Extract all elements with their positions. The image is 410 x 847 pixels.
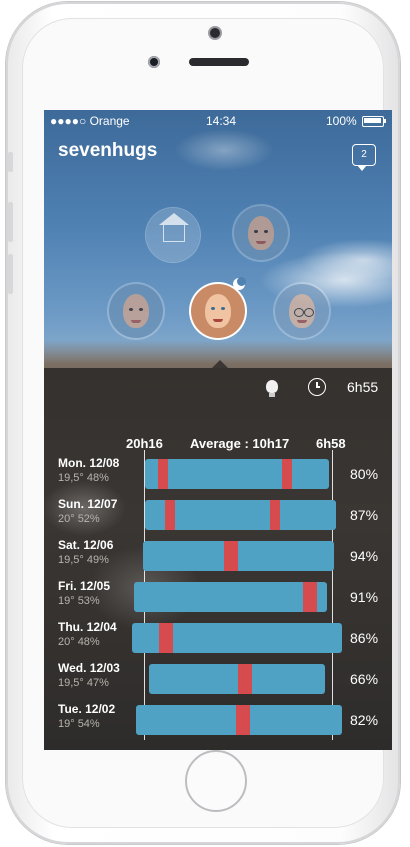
sleep-quality-percent: 91% bbox=[350, 589, 379, 605]
row-day-label: Tue. 12/02 bbox=[58, 702, 116, 716]
chart-end-time: 6h58 bbox=[316, 436, 346, 451]
sleep-bar[interactable] bbox=[134, 582, 328, 612]
mouth bbox=[213, 319, 223, 322]
row-weather-label: 20° 48% bbox=[58, 636, 100, 648]
status-time: 14:34 bbox=[206, 114, 237, 128]
alarm-clock-icon[interactable] bbox=[308, 378, 326, 396]
avatar-mother[interactable] bbox=[109, 284, 163, 338]
sleep-quality-percent: 87% bbox=[350, 507, 379, 523]
row-day-label: Sun. 12/07 bbox=[58, 497, 118, 511]
light-bulb-icon[interactable] bbox=[266, 380, 278, 397]
row-weather-label: 19,5° 48% bbox=[58, 472, 109, 484]
chart-end-line bbox=[332, 450, 333, 740]
row-weather-label: 19° 53% bbox=[58, 595, 100, 607]
controls-row: 6h55 bbox=[44, 372, 392, 402]
app-screen: ●●●●○ Orange 14:34 100% sevenhugs 2 6h55… bbox=[44, 110, 392, 750]
mouth bbox=[297, 320, 307, 323]
sleep-bar[interactable] bbox=[136, 705, 342, 735]
glasses-icon bbox=[304, 308, 314, 317]
row-weather-label: 19° 54% bbox=[58, 718, 100, 730]
row-weather-label: 19,5° 49% bbox=[58, 554, 109, 566]
front-camera-icon bbox=[210, 28, 220, 38]
eye bbox=[264, 230, 268, 233]
home-button[interactable] bbox=[185, 750, 247, 812]
sleep-quality-percent: 66% bbox=[350, 671, 379, 687]
mouth bbox=[256, 241, 266, 244]
status-bar: ●●●●○ Orange 14:34 100% bbox=[44, 114, 392, 130]
camera-icon bbox=[148, 56, 160, 68]
avatar-father[interactable] bbox=[234, 206, 288, 260]
chat-icon[interactable]: 2 bbox=[352, 144, 376, 171]
row-day-label: Sat. 12/06 bbox=[58, 538, 114, 552]
row-day-label: Fri. 12/05 bbox=[58, 579, 111, 593]
wake-mark bbox=[236, 705, 251, 735]
row-day-label: Mon. 12/08 bbox=[58, 456, 120, 470]
sleep-quality-percent: 94% bbox=[350, 548, 379, 564]
wake-mark bbox=[303, 582, 318, 612]
sleep-bar[interactable] bbox=[132, 623, 342, 653]
speaker-grille bbox=[189, 58, 249, 66]
sleep-bar[interactable] bbox=[144, 459, 330, 489]
app-brand: sevenhugs bbox=[58, 140, 158, 161]
face bbox=[248, 216, 274, 250]
chart-average-label: Average : 10h17 bbox=[190, 436, 290, 451]
glasses-icon bbox=[294, 308, 304, 317]
sleeping-moon-icon bbox=[233, 277, 246, 290]
wake-mark bbox=[238, 664, 253, 694]
wake-mark bbox=[164, 500, 175, 530]
wake-mark bbox=[158, 459, 169, 489]
row-weather-label: 19,5° 47% bbox=[58, 677, 109, 689]
wake-mark bbox=[223, 541, 238, 571]
wake-mark bbox=[269, 500, 280, 530]
sleep-bar[interactable] bbox=[142, 541, 334, 571]
alarm-time: 6h55 bbox=[347, 379, 379, 395]
volume-down-button bbox=[8, 254, 13, 294]
eye bbox=[254, 230, 258, 233]
battery-percent: 100% bbox=[326, 114, 357, 128]
sleep-bar[interactable] bbox=[144, 500, 336, 530]
battery-icon bbox=[362, 116, 386, 127]
eye bbox=[129, 308, 133, 311]
eye bbox=[139, 308, 143, 311]
chat-badge: 2 bbox=[361, 149, 367, 160]
sleep-quality-percent: 86% bbox=[350, 630, 379, 646]
phone-frame: ●●●●○ Orange 14:34 100% sevenhugs 2 6h55… bbox=[6, 2, 400, 844]
house-icon bbox=[159, 213, 189, 242]
avatar-girl-selected[interactable] bbox=[191, 284, 245, 338]
eye bbox=[221, 307, 225, 310]
sleep-quality-percent: 82% bbox=[350, 712, 379, 728]
home-avatar[interactable] bbox=[146, 208, 200, 262]
row-weather-label: 20° 52% bbox=[58, 513, 100, 525]
face bbox=[205, 294, 231, 328]
sleep-bar[interactable] bbox=[148, 664, 326, 694]
row-day-label: Thu. 12/04 bbox=[58, 620, 117, 634]
avatar-boy[interactable] bbox=[275, 284, 329, 338]
chart-start-time: 20h16 bbox=[126, 436, 163, 451]
row-day-label: Wed. 12/03 bbox=[58, 661, 120, 675]
mute-switch bbox=[8, 152, 13, 172]
wake-mark bbox=[282, 459, 293, 489]
selection-pointer bbox=[212, 360, 228, 368]
eye bbox=[211, 307, 215, 310]
volume-up-button bbox=[8, 202, 13, 242]
wake-mark bbox=[158, 623, 173, 653]
carrier-label: ●●●●○ Orange bbox=[50, 114, 130, 128]
sleep-quality-percent: 80% bbox=[350, 466, 379, 482]
mouth bbox=[131, 320, 141, 323]
